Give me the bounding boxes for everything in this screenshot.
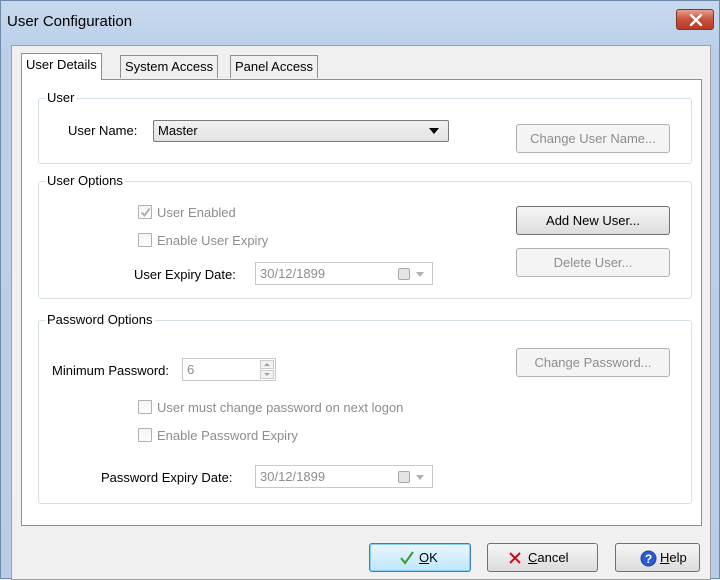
user-expiry-date-picker[interactable]: 30/12/1899 xyxy=(255,262,433,285)
help-label: Help xyxy=(660,550,687,565)
user-name-select[interactable]: Master xyxy=(153,120,449,142)
calendar-icon xyxy=(398,471,410,483)
close-button[interactable] xyxy=(676,9,714,30)
tab-panel-access[interactable]: Panel Access xyxy=(230,55,319,78)
ok-label: OK xyxy=(419,550,438,565)
cancel-accelerator: C xyxy=(528,550,538,565)
user-details-panel: User User Name: Master Change User Name.… xyxy=(21,79,702,526)
ok-button[interactable]: OK xyxy=(369,543,471,572)
delete-user-button[interactable]: Delete User... xyxy=(516,248,670,277)
cancel-label: Cancel xyxy=(528,550,568,565)
tab-user-details[interactable]: User Details xyxy=(21,53,102,80)
enable-user-expiry-label: Enable User Expiry xyxy=(157,233,269,248)
password-expiry-date-picker[interactable]: 30/12/1899 xyxy=(255,465,433,488)
user-name-value: Master xyxy=(158,123,198,138)
minimum-password-stepper[interactable]: 6 xyxy=(182,358,276,381)
tab-system-access[interactable]: System Access xyxy=(120,55,219,78)
checkmark-icon xyxy=(140,207,151,217)
change-password-button[interactable]: Change Password... xyxy=(516,348,670,377)
chevron-down-icon xyxy=(416,272,424,277)
cancel-label-rest: ancel xyxy=(537,550,569,565)
ok-label-rest: K xyxy=(429,550,438,565)
must-change-password-label: User must change password on next logon xyxy=(157,400,404,415)
change-user-name-button[interactable]: Change User Name... xyxy=(516,124,670,153)
arrow-down-icon[interactable] xyxy=(260,370,274,379)
dialog-client-area: User Details System Access Panel Access … xyxy=(11,45,711,580)
add-new-user-button[interactable]: Add New User... xyxy=(516,206,670,235)
minimum-password-label: Minimum Password: xyxy=(52,363,170,378)
cancel-button[interactable]: Cancel xyxy=(487,543,598,572)
window-title: User Configuration xyxy=(7,13,133,30)
user-options-legend: User Options xyxy=(45,173,125,189)
arrow-up-icon[interactable] xyxy=(260,360,274,369)
title-bar[interactable]: User Configuration xyxy=(1,1,719,45)
calendar-icon xyxy=(398,268,410,280)
enable-password-expiry-label: Enable Password Expiry xyxy=(157,428,298,443)
help-accelerator: H xyxy=(660,550,670,565)
tab-label: Panel Access xyxy=(235,59,314,74)
stepper-buttons[interactable] xyxy=(260,360,274,379)
chevron-down-icon xyxy=(416,475,424,480)
close-icon xyxy=(689,14,703,26)
password-expiry-date-value: 30/12/1899 xyxy=(260,469,326,484)
dialog-window: User Configuration User Details System A… xyxy=(0,0,720,580)
user-name-label: User Name: xyxy=(68,123,138,138)
close-icon xyxy=(509,552,521,564)
help-icon: ? xyxy=(640,550,657,567)
svg-text:?: ? xyxy=(645,552,652,566)
password-expiry-date-label: Password Expiry Date: xyxy=(101,470,233,485)
password-options-legend: Password Options xyxy=(45,312,155,328)
enable-user-expiry-checkbox[interactable] xyxy=(138,233,152,247)
tab-label: User Details xyxy=(26,57,97,72)
help-label-rest: elp xyxy=(669,550,687,565)
tab-label: System Access xyxy=(125,59,214,74)
checkmark-icon xyxy=(400,551,414,565)
user-expiry-date-label: User Expiry Date: xyxy=(134,267,236,282)
minimum-password-value: 6 xyxy=(187,362,195,377)
user-enabled-label: User Enabled xyxy=(157,205,236,220)
help-button[interactable]: ? Help xyxy=(615,543,700,572)
must-change-password-checkbox[interactable] xyxy=(138,400,152,414)
user-enabled-checkbox[interactable] xyxy=(138,205,152,219)
user-group-legend: User xyxy=(45,90,77,106)
chevron-down-icon xyxy=(429,128,439,134)
enable-password-expiry-checkbox[interactable] xyxy=(138,428,152,442)
ok-accelerator: O xyxy=(419,550,430,565)
user-expiry-date-value: 30/12/1899 xyxy=(260,266,326,281)
